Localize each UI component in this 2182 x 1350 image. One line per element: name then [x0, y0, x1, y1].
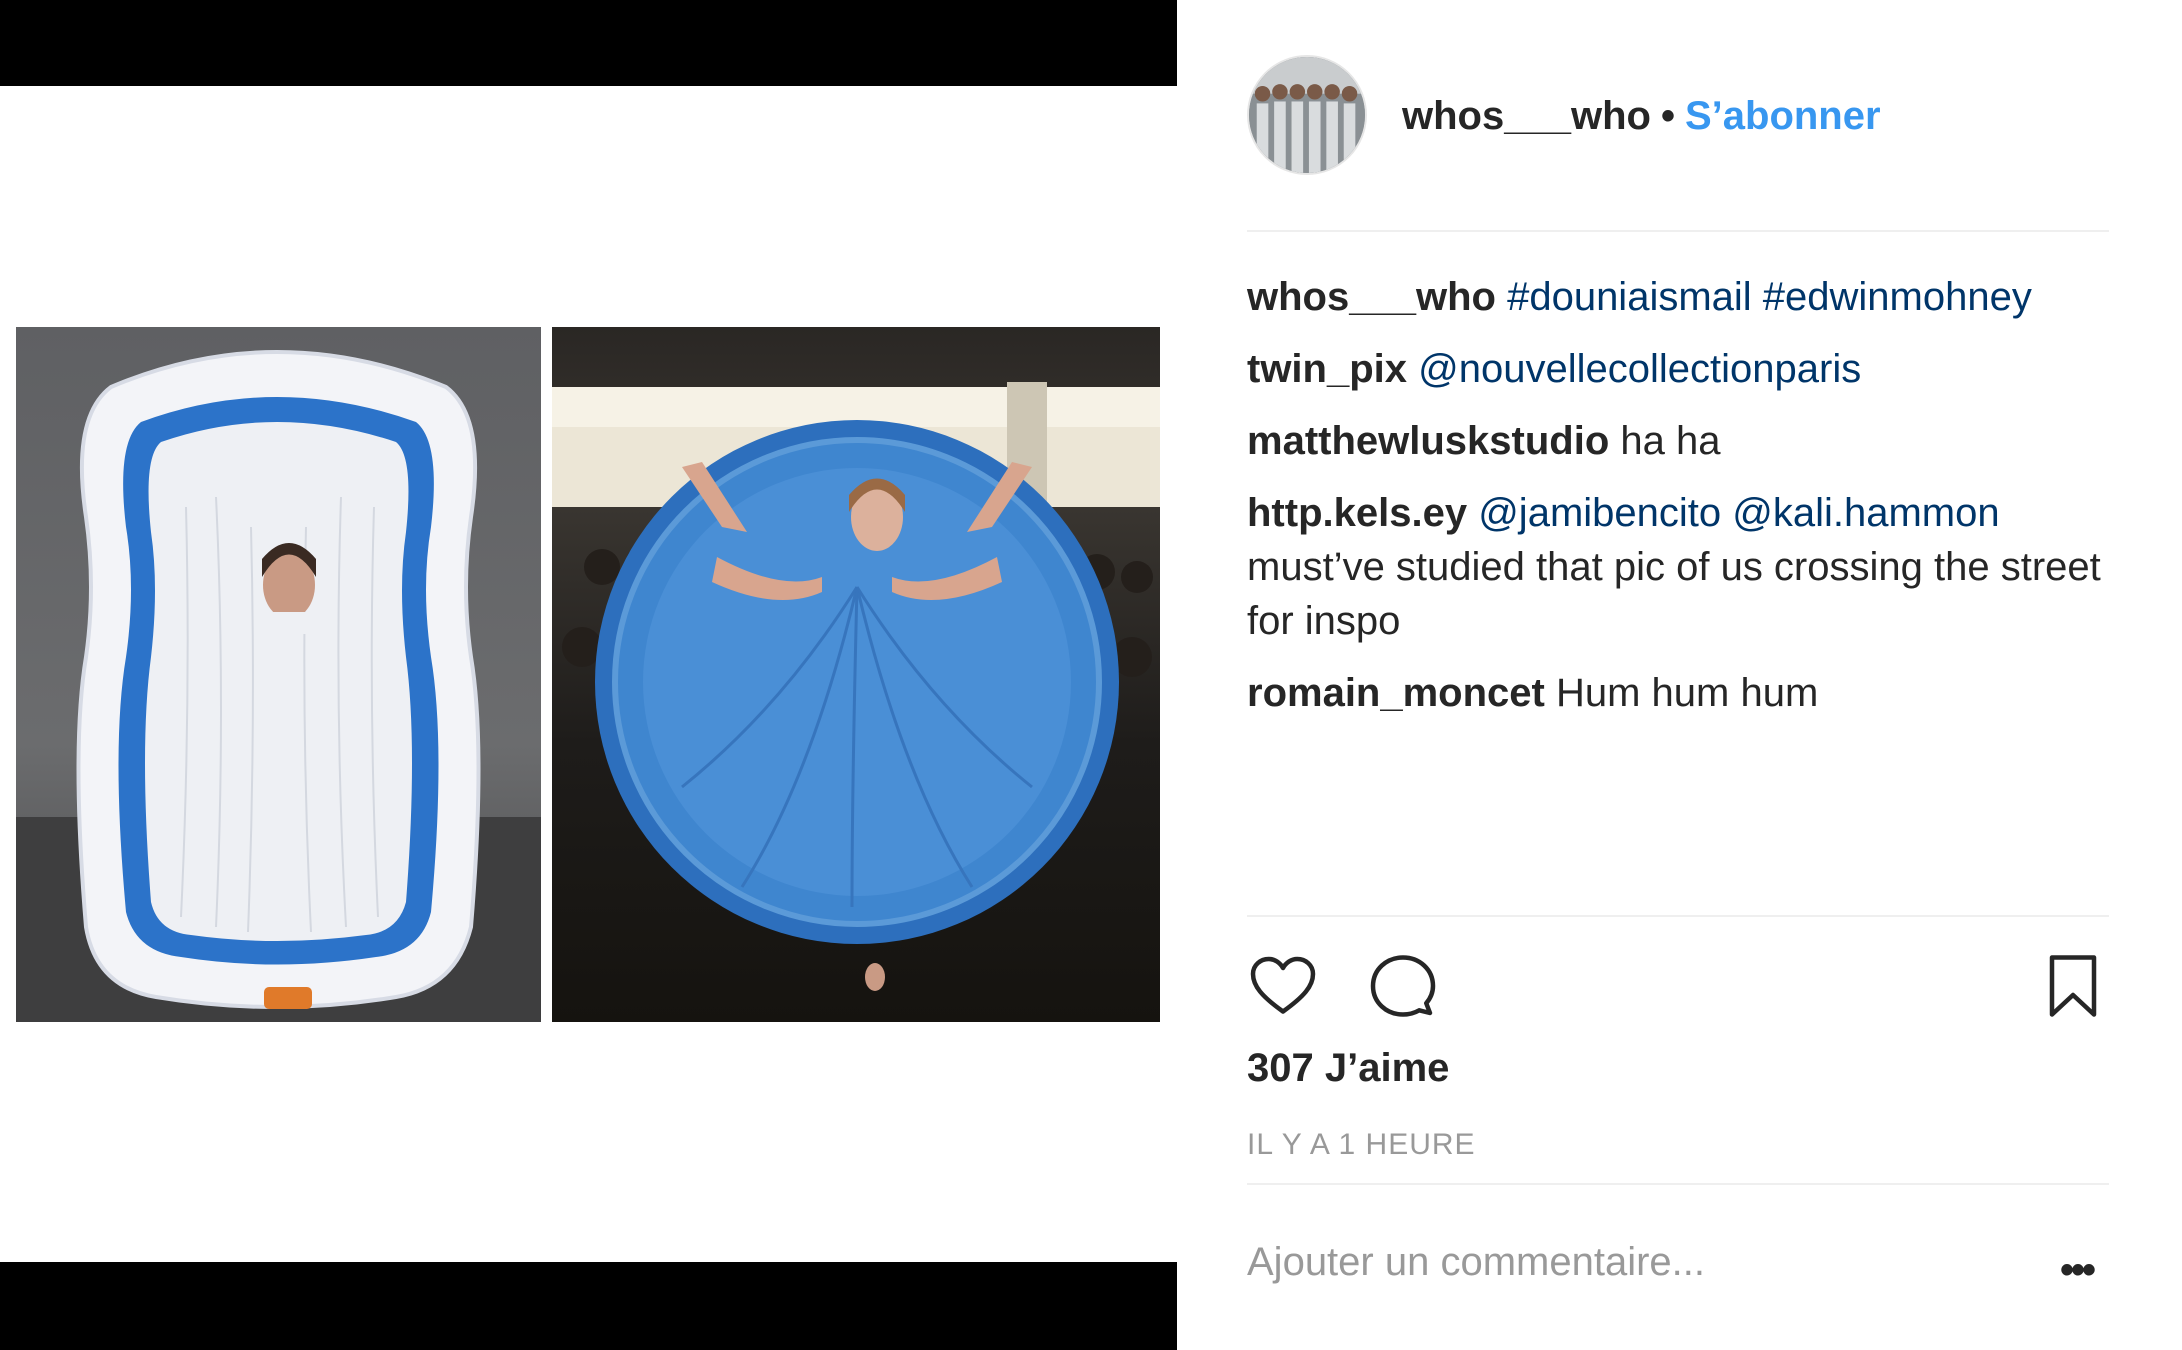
comment-username[interactable]: matthewluskstudio [1247, 419, 1609, 463]
profile-avatar[interactable] [1247, 55, 1367, 175]
more-icon[interactable]: ••• [2060, 1248, 2096, 1293]
comment-username[interactable]: http.kels.ey [1247, 491, 1467, 535]
letterbox-bottom [0, 1262, 1177, 1350]
comment-item: twin_pix @nouvellecollectionparis [1247, 342, 2109, 396]
comment-item: matthewluskstudio ha ha [1247, 414, 2109, 468]
photo-rectangular-pool-dress [16, 327, 541, 1022]
post-header: whos___who • S’abonner [1402, 88, 1881, 144]
actions-divider [1247, 915, 2109, 917]
heart-icon[interactable] [1247, 950, 1319, 1022]
comments-list: whos___who #douniaismail #edwinmohney tw… [1247, 270, 2109, 738]
comment-username[interactable]: romain_moncet [1247, 671, 1545, 715]
comment-tags[interactable]: @nouvellecollectionparis [1418, 347, 1861, 391]
add-comment-input[interactable]: Ajouter un commentaire... [1247, 1240, 1705, 1285]
letterbox-top [0, 0, 1177, 86]
comment-icon[interactable] [1367, 950, 1439, 1022]
comment-tags[interactable]: #douniaismail #edwinmohney [1507, 275, 2032, 319]
comment-username[interactable]: twin_pix [1247, 347, 1407, 391]
action-bar [1247, 950, 2109, 1030]
likes-count[interactable]: 307 J’aime [1247, 1046, 1449, 1091]
comment-tags[interactable]: @jamibencito @kali.hammon [1478, 491, 1999, 535]
comment-divider [1247, 1183, 2109, 1185]
comment-username[interactable]: whos___who [1247, 275, 1496, 319]
header-divider [1247, 230, 2109, 232]
post-media[interactable] [0, 0, 1177, 1350]
comment-text: Hum hum hum [1555, 671, 1819, 715]
comment-text: must’ve studied that pic of us crossing … [1247, 545, 2101, 643]
comment-text: ha ha [1620, 419, 1721, 463]
header-username[interactable]: whos___who [1402, 94, 1651, 138]
photo-round-pool-dress [552, 327, 1160, 1022]
post-timestamp[interactable]: IL Y A 1 HEURE [1247, 1128, 1476, 1162]
comment-item: http.kels.ey @jamibencito @kali.hammon m… [1247, 486, 2109, 648]
comment-caption: whos___who #douniaismail #edwinmohney [1247, 270, 2109, 324]
follow-button[interactable]: S’abonner [1685, 94, 1881, 138]
comment-item: romain_moncet Hum hum hum [1247, 666, 2109, 720]
bookmark-icon[interactable] [2037, 950, 2109, 1022]
header-separator: • [1660, 94, 1675, 138]
